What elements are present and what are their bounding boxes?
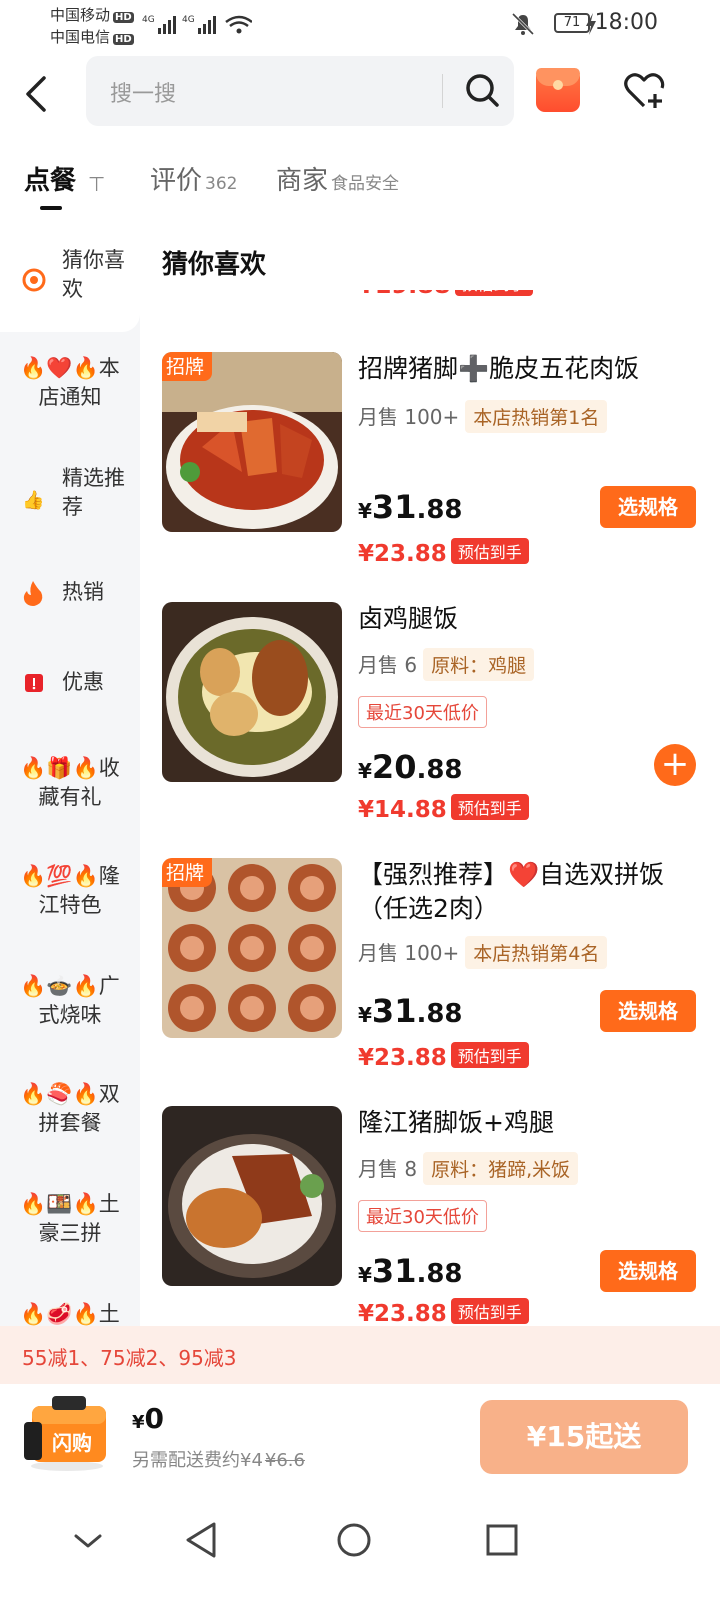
sidebar-item-collect[interactable]: 🔥🎁🔥收藏有礼 bbox=[0, 754, 140, 834]
cart-bar[interactable]: 闪购 ¥0 另需配送费约¥4 ¥6.6 ¥15起送 bbox=[0, 1384, 720, 1488]
product-card[interactable]: 招牌 招牌猪脚➕脆皮五花肉饭 月售 100+ 本店热销第1名 ¥31.88 ¥23… bbox=[162, 352, 708, 572]
rank-tag: 本店热销第4名 bbox=[465, 936, 608, 969]
back-arrow-icon[interactable] bbox=[20, 72, 56, 116]
svg-text:4G: 4G bbox=[142, 15, 155, 25]
product-image[interactable]: 招牌 bbox=[162, 858, 342, 1038]
tab-merchant[interactable]: 商家 食品安全 bbox=[276, 160, 399, 197]
fire-meat-icon: 🔥🥩🔥 bbox=[20, 1302, 99, 1326]
category-sidebar[interactable]: 猜你喜欢 🔥❤️🔥本店通知 👍 精选推荐 热销 优惠 🔥🎁🔥收藏有礼 🔥💯🔥隆江… bbox=[0, 232, 140, 1326]
fire-bento-icon: 🔥🍱🔥 bbox=[20, 1192, 99, 1216]
chevron-down-icon[interactable] bbox=[58, 1510, 118, 1570]
product-est-price: ¥23.88 预估到手 bbox=[358, 1042, 529, 1071]
ingredient-tag: 原料：猪蹄,米饭 bbox=[423, 1152, 579, 1185]
nav-back-icon[interactable] bbox=[172, 1510, 232, 1570]
thumbs-up-icon: 👍 bbox=[22, 490, 45, 511]
heart-plus-icon[interactable] bbox=[622, 70, 666, 112]
pork-trotter-chicken-photo bbox=[162, 1106, 342, 1286]
signature-badge: 招牌 bbox=[162, 352, 213, 381]
product-est-price: ¥23.88 预估到手 bbox=[358, 538, 529, 567]
product-image[interactable] bbox=[162, 1106, 342, 1286]
search-placeholder[interactable]: 搜一搜 bbox=[110, 76, 176, 108]
product-card[interactable]: 卤鸡腿饭 月售 6 原料：鸡腿 最近30天低价 ¥20.88 ¥14.88 预估到手… bbox=[162, 602, 708, 832]
product-name[interactable]: 【强烈推荐】❤️自选双拼饭（任选2肉） bbox=[358, 858, 698, 926]
sidebar-item-triple[interactable]: 🔥🍱🔥土豪三拼 bbox=[0, 1190, 140, 1270]
fire-gift-icon: 🔥🎁🔥 bbox=[20, 756, 99, 780]
fire-pot-icon: 🔥🍲🔥 bbox=[20, 974, 99, 998]
nav-recent-icon[interactable] bbox=[472, 1510, 532, 1570]
discount-promo-bar: 55减1、75减2、95减3 bbox=[0, 1326, 720, 1384]
svg-text:闪购: 闪购 bbox=[52, 1431, 92, 1455]
previous-item-est-price: ¥19.88预估到手 bbox=[358, 290, 533, 299]
sidebar-item-cantonese[interactable]: 🔥🍲🔥广式烧味 bbox=[0, 972, 140, 1052]
clock: 18:00 bbox=[594, 10, 658, 35]
nav-home-icon[interactable] bbox=[324, 1510, 384, 1570]
flame-icon bbox=[23, 581, 43, 606]
red-packet-icon[interactable] bbox=[536, 68, 580, 112]
status-bar: 中国移动 HD 中国电信 HD 4G 4G 71 18:00 bbox=[0, 0, 720, 50]
sidebar-item-recommend[interactable]: 👍 精选推荐 bbox=[0, 464, 140, 544]
coupon-icon bbox=[25, 674, 43, 692]
product-est-price: ¥14.88 预估到手 bbox=[358, 794, 529, 823]
product-name[interactable]: 招牌猪脚➕脆皮五花肉饭 bbox=[358, 352, 698, 386]
tab-reviews[interactable]: 评价 362 bbox=[150, 160, 237, 197]
target-icon bbox=[22, 268, 46, 292]
product-sales: 月售 100+ 本店热销第1名 bbox=[358, 400, 608, 433]
sidebar-item-hot[interactable]: 热销 bbox=[0, 578, 140, 658]
product-price: ¥31.88 bbox=[358, 1252, 463, 1290]
add-to-cart-button[interactable]: + bbox=[654, 744, 696, 786]
product-price: ¥31.88 bbox=[358, 488, 463, 526]
ingredient-tag: 原料：鸡腿 bbox=[423, 648, 535, 681]
product-price: ¥31.88 bbox=[358, 992, 463, 1030]
product-sales: 月售 8 原料：猪蹄,米饭 bbox=[358, 1152, 579, 1185]
search-divider bbox=[442, 74, 443, 108]
system-nav-bar bbox=[0, 1488, 720, 1600]
rank-tag: 本店热销第1名 bbox=[465, 400, 608, 433]
product-image[interactable] bbox=[162, 602, 342, 782]
cart-total: ¥0 bbox=[132, 1402, 165, 1435]
fire-sushi-icon: 🔥🍣🔥 bbox=[20, 1082, 99, 1106]
select-spec-button[interactable]: 选规格 bbox=[600, 1250, 696, 1292]
carrier-2: 中国电信 HD bbox=[50, 28, 134, 46]
product-sales: 月售 100+ 本店热销第4名 bbox=[358, 936, 608, 969]
product-list[interactable]: ¥19.88预估到手 招牌 招牌猪脚➕脆皮五花肉饭 月售 100+本店热销第1名… bbox=[150, 290, 720, 1326]
product-card[interactable]: 隆江猪脚饭+鸡腿 月售 8 原料：猪蹄,米饭 最近30天低价 ¥31.88 ¥23… bbox=[162, 1106, 708, 1326]
sidebar-item-more[interactable]: 🔥🥩🔥土 bbox=[0, 1300, 140, 1326]
product-card[interactable]: 招牌 【强烈推荐】❤️自选双拼饭（任选2肉） 月售 100+ 本店热销第4名 ¥3… bbox=[162, 858, 708, 1088]
sidebar-item-guess[interactable]: 猜你喜欢 bbox=[0, 246, 140, 326]
sidebar-item-combo[interactable]: 🔥🍣🔥双拼套餐 bbox=[0, 1080, 140, 1160]
select-spec-button[interactable]: 选规格 bbox=[600, 486, 696, 528]
sort-up-icon[interactable]: ⊤ bbox=[88, 172, 105, 196]
discount-promo-text: 55减1、75减2、95减3 bbox=[22, 1346, 237, 1370]
sidebar-item-longjiang[interactable]: 🔥💯🔥隆江特色 bbox=[0, 862, 140, 942]
product-image[interactable]: 招牌 bbox=[162, 352, 342, 532]
product-est-price: ¥23.88 预估到手 bbox=[358, 1298, 529, 1326]
product-price: ¥20.88 bbox=[358, 748, 463, 786]
search-bar[interactable]: 搜一搜 bbox=[86, 56, 514, 126]
product-sales: 月售 6 原料：鸡腿 bbox=[358, 648, 535, 681]
tab-active-indicator bbox=[40, 206, 62, 210]
checkout-button[interactable]: ¥15起送 bbox=[480, 1400, 688, 1474]
select-spec-button[interactable]: 选规格 bbox=[600, 990, 696, 1032]
low-price-tag: 最近30天低价 bbox=[358, 1200, 487, 1232]
sidebar-item-discount[interactable]: 优惠 bbox=[0, 668, 140, 748]
signature-badge: 招牌 bbox=[162, 858, 213, 887]
delivery-fee: 另需配送费约¥4 ¥6.6 bbox=[132, 1450, 305, 1471]
carrier-1: 中国移动 HD bbox=[50, 6, 134, 24]
mute-bell-icon bbox=[511, 12, 535, 36]
shopping-bag-icon[interactable]: 闪购 bbox=[22, 1392, 112, 1472]
product-name[interactable]: 卤鸡腿饭 bbox=[358, 602, 698, 636]
chicken-leg-rice-photo bbox=[162, 602, 342, 782]
signal-icon: 4G 4G bbox=[142, 15, 252, 34]
tab-order[interactable]: 点餐 bbox=[24, 160, 76, 197]
section-title: 猜你喜欢 bbox=[162, 250, 267, 280]
sidebar-item-notice[interactable]: 🔥❤️🔥本店通知 bbox=[0, 354, 140, 434]
product-name[interactable]: 隆江猪脚饭+鸡腿 bbox=[358, 1106, 698, 1140]
low-price-tag: 最近30天低价 bbox=[358, 696, 487, 728]
search-icon[interactable] bbox=[462, 70, 502, 110]
fire-100-icon: 🔥💯🔥 bbox=[20, 864, 99, 888]
fire-heart-icon: 🔥❤️🔥 bbox=[20, 356, 99, 380]
svg-text:4G: 4G bbox=[182, 15, 195, 25]
